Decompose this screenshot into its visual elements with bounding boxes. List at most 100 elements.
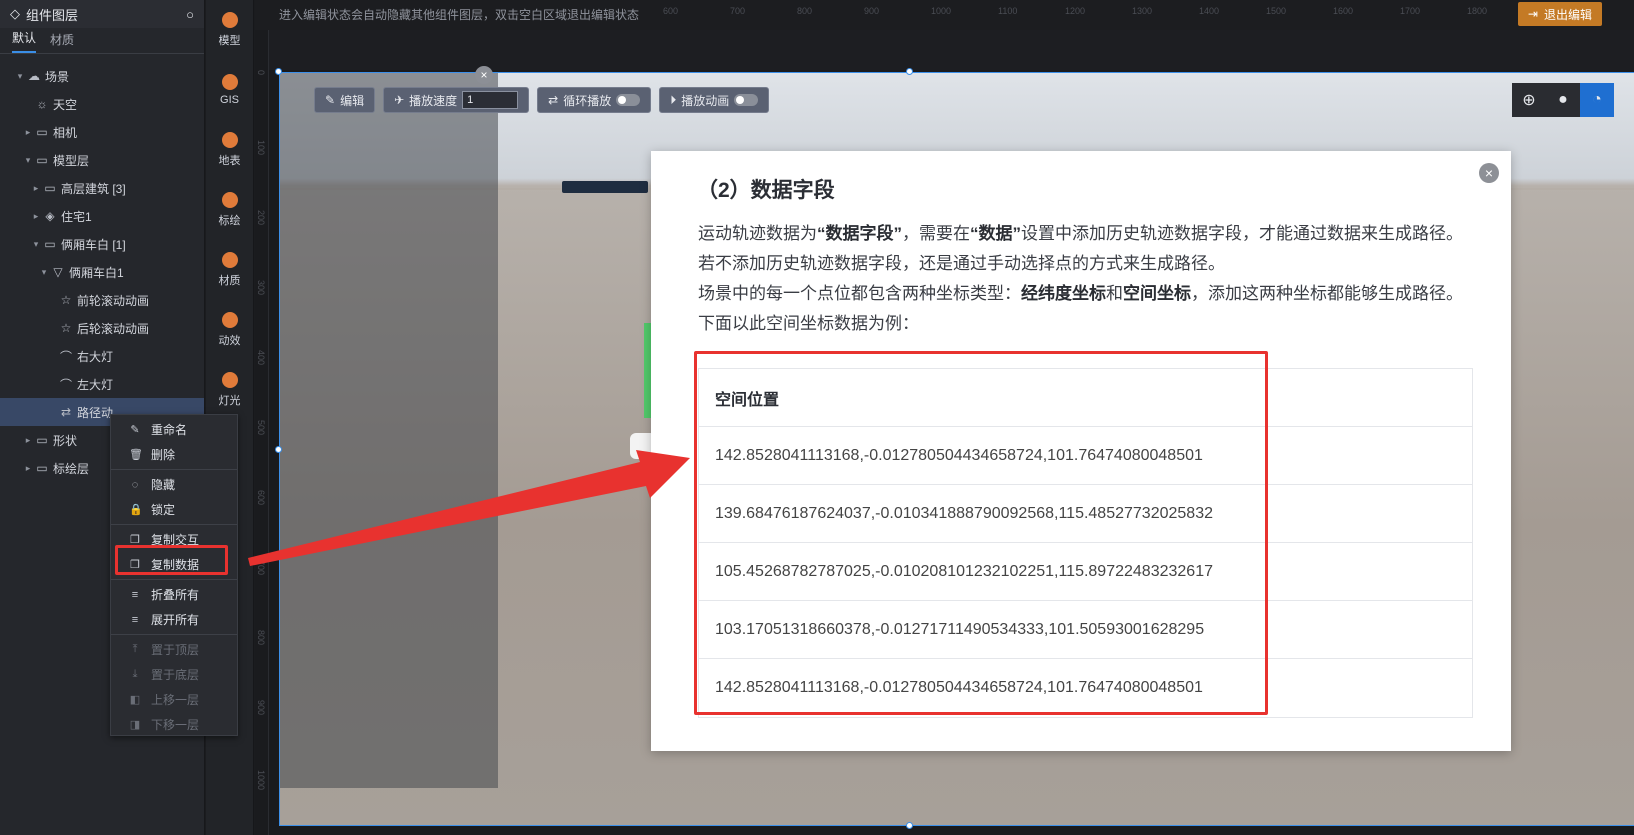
tree-item[interactable]: ▾ ▽ 俩厢车白1 (0, 258, 204, 286)
context-menu-item[interactable]: 🗑 删除 (111, 442, 237, 467)
menu-divider (111, 579, 237, 580)
tab-default[interactable]: 默认 (12, 29, 37, 53)
tree-item[interactable]: ☆ 前轮滚动动画 (0, 286, 204, 314)
modal-close-icon[interactable]: × (1479, 163, 1499, 183)
resize-handle[interactable] (275, 446, 282, 453)
menu-item-icon: ≡ (131, 588, 139, 601)
exit-edit-button[interactable]: ⇥ 退出编辑 (1517, 2, 1602, 26)
tool-button[interactable]: 标绘 (206, 180, 253, 240)
ruler-tick-label: 800 (797, 6, 813, 16)
expand-caret-icon[interactable]: ▸ (30, 183, 42, 194)
tree-item[interactable]: ☼ 天空 (0, 90, 204, 118)
tool-label: 标绘 (218, 215, 241, 227)
menu-item-label: 隐藏 (151, 478, 176, 492)
ruler-tick-label: 1500 (1266, 6, 1287, 16)
menu-divider (111, 524, 237, 525)
ruler-tick-label: 1000 (931, 6, 952, 16)
context-menu-item[interactable]: ✎ 重命名 (111, 417, 237, 442)
context-menu-item[interactable]: ≡ 展开所有 (111, 607, 237, 632)
ruler-tick-label: 200 (256, 210, 266, 226)
tree-item[interactable]: ▸ ◈ 住宅1 (0, 202, 204, 230)
menu-item-icon: ✎ (130, 424, 140, 436)
tree-item-label: 俩厢车白1 (69, 265, 124, 280)
tool-icon (221, 74, 238, 90)
speed-input[interactable] (462, 91, 519, 109)
tool-icon (221, 312, 238, 328)
menu-item-icon: ⤒ (132, 643, 138, 655)
context-menu-item[interactable]: ◌ 隐藏 (111, 472, 237, 497)
ruler-tick-label: 1800 (1467, 6, 1488, 16)
tool-button[interactable]: 模型 (206, 0, 253, 60)
tree-item[interactable]: ▸ ▭ 高层建筑 [3] (0, 174, 204, 202)
ruler-tick-label: 400 (256, 350, 266, 366)
loop-toggle[interactable] (616, 94, 641, 106)
tool-button[interactable]: 动效 (206, 300, 253, 360)
tree-item[interactable]: ▾ ▭ 模型层 (0, 146, 204, 174)
tree-item[interactable]: ▸ ▭ 相机 (0, 118, 204, 146)
tool-button[interactable]: 地表 (206, 120, 253, 180)
context-menu-item[interactable]: 🔒 锁定 (111, 497, 237, 522)
horizontal-ruler: 600 700 800 900 1000 1100 1200 1300 1400 1500 1600… (255, 6, 1634, 20)
tool-label: 灯光 (218, 395, 241, 407)
tool-label: 材质 (218, 275, 241, 287)
anim-toggle[interactable] (734, 94, 759, 106)
expand-caret-icon[interactable]: ▸ (22, 435, 34, 446)
tab-material[interactable]: 材质 (50, 31, 74, 53)
layer-icon: ☼ (36, 97, 48, 111)
para-bold: 空间坐标 (1123, 284, 1191, 303)
expand-caret-icon[interactable]: ▸ (22, 127, 34, 138)
tree-item[interactable]: ⌒ 右大灯 (0, 342, 204, 370)
exit-icon: ⇥ (1527, 7, 1538, 21)
ruler-tick-label: 1300 (1132, 6, 1153, 16)
globe-view-icon[interactable]: ⊕ (1512, 83, 1546, 117)
layer-icon: ▭ (36, 433, 48, 447)
expand-caret-icon[interactable]: ▸ (30, 211, 42, 222)
menu-item-label: 删除 (151, 448, 176, 462)
tree-item-label: 右大灯 (77, 349, 114, 364)
expand-caret-icon[interactable]: ▾ (22, 155, 34, 166)
ghost-overlay-panel: × (280, 66, 498, 788)
menu-divider (111, 469, 237, 470)
menu-item-label: 置于底层 (151, 668, 200, 682)
layer-icon: ▭ (36, 125, 48, 139)
ruler-band (269, 30, 1634, 70)
resize-handle[interactable] (275, 68, 282, 75)
layers-icon: ◇ (10, 6, 20, 21)
expand-caret-icon[interactable]: ▸ (22, 463, 34, 474)
play-icon: ⏵ (670, 92, 677, 107)
menu-item-label: 置于顶层 (151, 643, 200, 657)
tree-item[interactable]: ☆ 后轮滚动动画 (0, 314, 204, 342)
context-menu-item[interactable]: ≡ 折叠所有 (111, 582, 237, 607)
tree-item[interactable]: ⌒ 左大灯 (0, 370, 204, 398)
sphere-view-icon[interactable]: ● (1546, 83, 1580, 117)
tree-item[interactable]: ▾ ☁ 场景 (0, 62, 204, 90)
ghost-close-icon[interactable]: × (475, 66, 493, 84)
layer-icon: ⇄ (60, 405, 72, 419)
ruler-tick-label: 0 (256, 70, 266, 76)
loop-label: 循环播放 (563, 93, 612, 108)
tool-button[interactable]: 灯光 (206, 360, 253, 420)
expand-caret-icon[interactable]: ▾ (30, 239, 42, 250)
anim-control: ⏵ 播放动画 (659, 87, 770, 113)
para-text: 和 (1106, 284, 1123, 303)
para-text: 场景中的每一个点位都包含两种坐标类型： (698, 284, 1021, 303)
menu-item-label: 展开所有 (151, 613, 200, 627)
orbit-view-icon[interactable]: ◔ (1580, 83, 1614, 117)
ruler-tick-label: 900 (256, 700, 266, 716)
para-bold: “数据字段” (817, 224, 902, 243)
resize-handle[interactable] (906, 822, 913, 829)
ruler-tick-label: 500 (256, 420, 266, 436)
ruler-tick-label: 1400 (1199, 6, 1220, 16)
tool-icon (221, 12, 238, 28)
menu-item-icon: ⤓ (132, 668, 138, 680)
tree-item[interactable]: ▾ ▭ 俩厢车白 [1] (0, 230, 204, 258)
menu-item-icon: ◨ (129, 719, 141, 731)
expand-caret-icon[interactable]: ▾ (38, 267, 50, 278)
tool-button[interactable]: GIS (206, 60, 253, 120)
expand-caret-icon[interactable]: ▾ (14, 71, 26, 82)
edit-path-button[interactable]: ✎ 编辑 (314, 87, 376, 113)
search-icon[interactable]: ○ (186, 7, 194, 22)
vertical-ruler: 0 100 200 300 400 500 600 700 800 900 1000 (255, 30, 269, 835)
resize-handle[interactable] (906, 68, 913, 75)
tool-button[interactable]: 材质 (206, 240, 253, 300)
